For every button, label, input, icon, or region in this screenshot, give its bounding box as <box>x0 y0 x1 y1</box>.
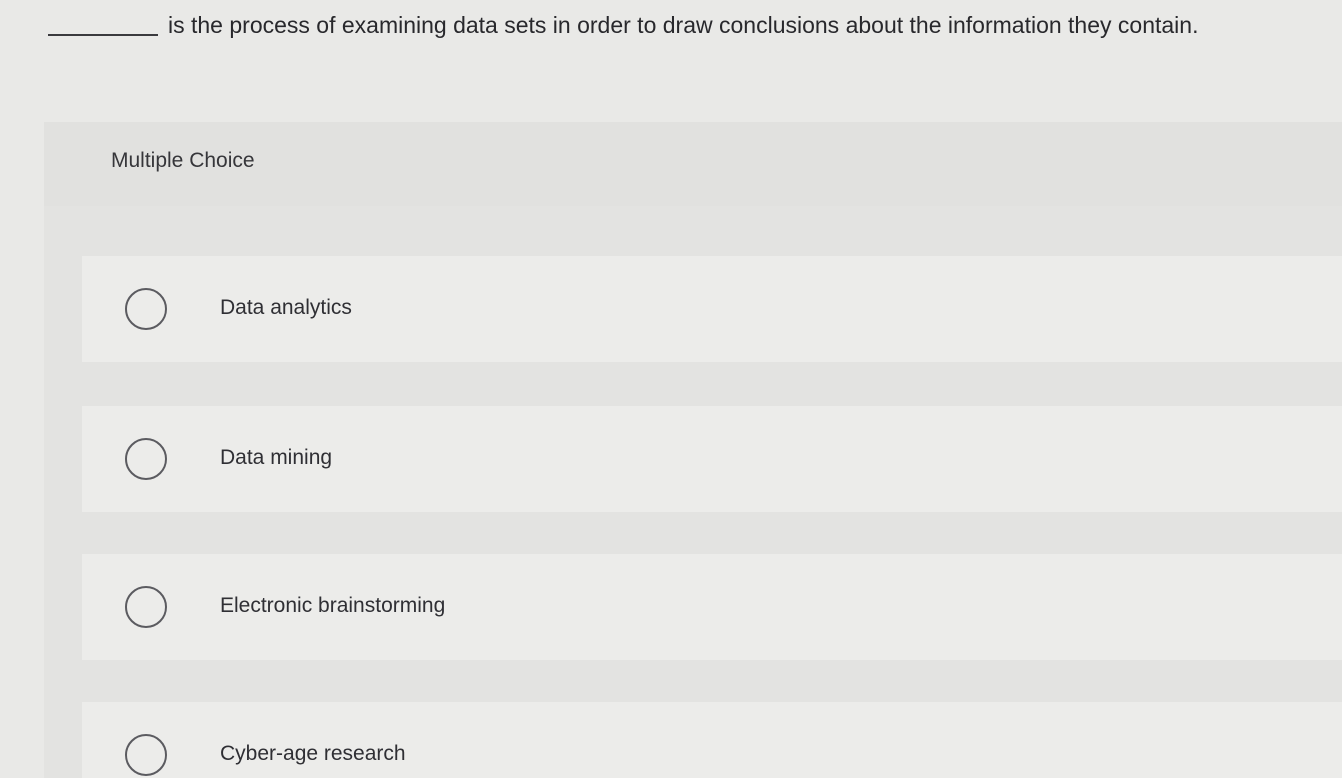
option-label: Cyber-age research <box>220 742 406 765</box>
question-text: is the process of examining data sets in… <box>168 11 1199 38</box>
choice-header: Multiple Choice <box>44 122 1342 206</box>
answer-option-cyber-age-research[interactable]: Cyber-age research <box>82 702 1342 778</box>
radio-button[interactable] <box>125 734 167 776</box>
radio-button[interactable] <box>125 586 167 628</box>
question-prompt: is the process of examining data sets in… <box>48 8 1334 42</box>
multiple-choice-label: Multiple Choice <box>111 149 255 172</box>
answer-option-data-mining[interactable]: Data mining <box>82 406 1342 512</box>
option-label: Data mining <box>220 446 333 469</box>
answer-option-data-analytics[interactable]: Data analytics <box>82 256 1342 362</box>
option-label: Data analytics <box>220 296 352 319</box>
radio-button[interactable] <box>125 288 167 330</box>
radio-button[interactable] <box>125 438 167 480</box>
multiple-choice-panel: Multiple Choice Data analytics Data mini… <box>44 122 1342 778</box>
answer-option-electronic-brainstorming[interactable]: Electronic brainstorming <box>82 554 1342 660</box>
answer-blank <box>48 34 158 36</box>
option-label: Electronic brainstorming <box>220 594 446 617</box>
